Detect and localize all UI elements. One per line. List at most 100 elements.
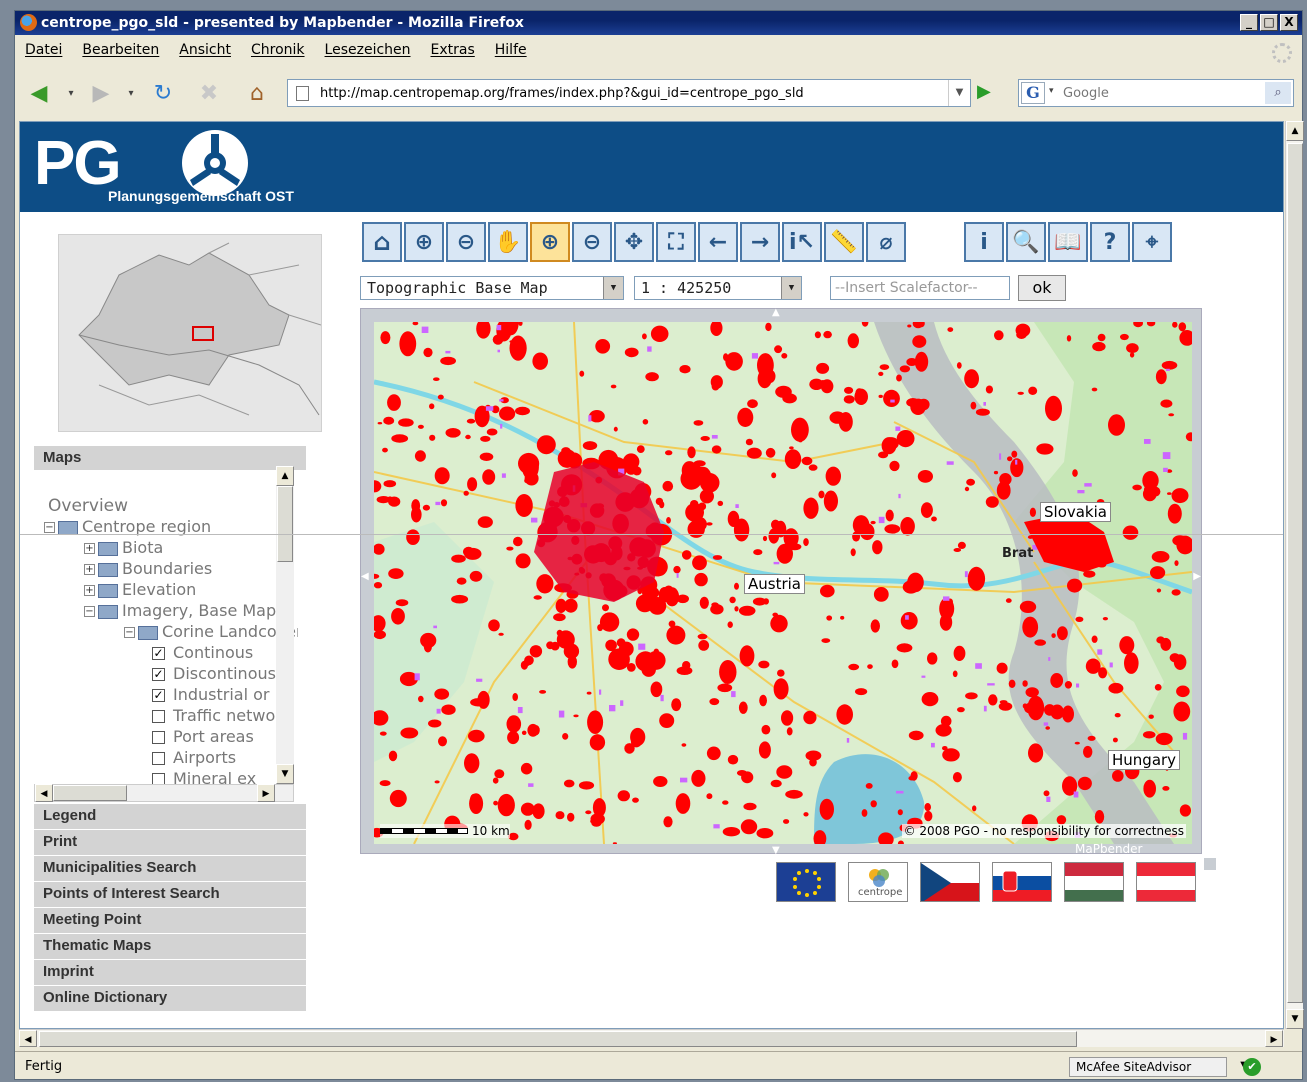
page-horizontal-scrollbar[interactable]: ◀ ▶ — [19, 1029, 1284, 1047]
go-icon[interactable]: ▶ — [977, 81, 999, 105]
scale-factor-input[interactable]: --Insert Scalefactor-- — [830, 276, 1010, 300]
pan-east-icon[interactable]: ▶ — [1193, 571, 1201, 582]
menu-chronik[interactable]: Chronik — [251, 42, 305, 58]
page-scroll-down-icon[interactable]: ▼ — [1286, 1009, 1304, 1029]
wms-info-tool[interactable]: i — [964, 222, 1004, 262]
page-scroll-up-icon[interactable]: ▲ — [1286, 121, 1304, 141]
menu-municipalities-search[interactable]: Municipalities Search — [34, 856, 306, 881]
collapse-icon[interactable]: − — [84, 606, 95, 617]
stop-icon[interactable]: ✖ — [195, 79, 223, 107]
pan-west-icon[interactable]: ◀ — [361, 571, 369, 582]
menu-imprint[interactable]: Imprint — [34, 960, 306, 985]
collapse-icon[interactable]: − — [124, 627, 135, 638]
dictionary-tool[interactable]: 📖 — [1048, 222, 1088, 262]
tree-item[interactable]: + Boundaries — [84, 559, 212, 580]
forward-history-dropdown-icon[interactable]: ▾ — [117, 79, 145, 107]
close-button[interactable]: X — [1280, 14, 1298, 31]
page-hscroll-thumb[interactable] — [39, 1031, 1077, 1047]
tree-scroll-left-icon[interactable]: ◀ — [35, 784, 53, 802]
slovak-flag[interactable] — [992, 862, 1052, 902]
scale-dropdown-icon[interactable]: ▼ — [781, 277, 801, 299]
page-vertical-scrollbar[interactable]: ▲ ▼ — [1285, 121, 1304, 1029]
tree-scroll-up-icon[interactable]: ▲ — [276, 466, 294, 486]
layer-checkbox[interactable] — [152, 710, 165, 723]
menu-lesezeichen[interactable]: Lesezeichen — [325, 42, 411, 58]
forward-icon[interactable]: ▶ — [87, 79, 115, 107]
tree-item[interactable]: ✓ Continous — [152, 643, 253, 664]
menu-online-dictionary[interactable]: Online Dictionary — [34, 986, 306, 1011]
tree-item[interactable]: − Imagery, Base Map — [84, 601, 276, 622]
back-tool[interactable]: ← — [698, 222, 738, 262]
zoom-box-tool[interactable]: ⊕ — [530, 222, 570, 262]
measure-tool[interactable]: 📏 — [824, 222, 864, 262]
forward-tool[interactable]: → — [740, 222, 780, 262]
collapse-icon[interactable]: − — [44, 522, 55, 533]
pan-north-icon[interactable]: ▲ — [772, 307, 780, 318]
page-scroll-left-icon[interactable]: ◀ — [19, 1030, 37, 1047]
hungarian-flag[interactable] — [1064, 862, 1124, 902]
tree-item[interactable]: + Biota — [84, 538, 163, 559]
tree-scroll-right-icon[interactable]: ▶ — [257, 784, 275, 802]
maximize-button[interactable]: □ — [1260, 14, 1278, 31]
basemap-dropdown-icon[interactable]: ▼ — [603, 277, 623, 299]
url-bar[interactable]: http://map.centropemap.org/frames/index.… — [287, 79, 971, 107]
sql-search-tool[interactable]: 🔍 — [1006, 222, 1046, 262]
layer-checkbox[interactable] — [152, 773, 165, 784]
menu-datei[interactable]: Datei — [25, 42, 62, 58]
back-icon[interactable]: ◀ — [25, 79, 53, 107]
expand-icon[interactable]: + — [84, 564, 95, 575]
menu-legend[interactable]: Legend — [34, 804, 306, 829]
reload-icon[interactable]: ↻ — [149, 79, 177, 107]
zoom-out-tool[interactable]: ⊖ — [446, 222, 486, 262]
tree-item[interactable]: − Corine Landcover — [124, 622, 298, 643]
mcafee-siteadvisor[interactable]: McAfee SiteAdvisor ▼ — [1069, 1057, 1248, 1077]
layer-checkbox[interactable]: ✓ — [152, 689, 165, 702]
pan-south-icon[interactable]: ▼ — [772, 845, 780, 856]
help-tool[interactable]: ? — [1090, 222, 1130, 262]
tree-item[interactable]: Overview — [48, 496, 128, 517]
expand-icon[interactable]: + — [84, 585, 95, 596]
url-history-dropdown-icon[interactable]: ▼ — [948, 80, 970, 106]
home-tool[interactable]: ⌂ — [362, 222, 402, 262]
engine-dropdown-icon[interactable]: ▾ — [1049, 86, 1054, 96]
layer-checkbox[interactable] — [152, 731, 165, 744]
tree-item[interactable]: Traffic network — [152, 706, 291, 727]
coordinates-tool[interactable]: ⌖ — [1132, 222, 1172, 262]
menu-print[interactable]: Print — [34, 830, 306, 855]
zoom-extent-tool[interactable]: ✥ — [614, 222, 654, 262]
google-engine-icon[interactable]: G — [1021, 82, 1045, 104]
overview-map[interactable] — [58, 234, 322, 432]
map-resize-handle[interactable] — [1204, 858, 1216, 870]
tree-vertical-scrollbar[interactable]: ▲ ▼ — [276, 466, 294, 784]
main-map[interactable]: Austria Slovakia Hungary Brat 10 km © 20… — [374, 322, 1192, 844]
tree-scroll-down-icon[interactable]: ▼ — [276, 764, 294, 784]
scale-ok-button[interactable]: ok — [1018, 275, 1066, 301]
eu-flag[interactable] — [776, 862, 836, 902]
feature-info-tool[interactable]: i↖ — [782, 222, 822, 262]
full-view-tool[interactable]: ⛶ — [656, 222, 696, 262]
tree-item[interactable]: ✓ Industrial or — [152, 685, 270, 706]
tree-scroll-thumb[interactable] — [277, 486, 293, 562]
menu-ansicht[interactable]: Ansicht — [179, 42, 231, 58]
layer-checkbox[interactable]: ✓ — [152, 668, 165, 681]
tree-horizontal-scrollbar[interactable]: ◀ ▶ — [34, 784, 294, 802]
menu-thematic-maps[interactable]: Thematic Maps — [34, 934, 306, 959]
zoom-out-box-tool[interactable]: ⊖ — [572, 222, 612, 262]
page-scroll-thumb[interactable] — [1287, 143, 1303, 1003]
menu-extras[interactable]: Extras — [431, 42, 475, 58]
czech-flag[interactable] — [920, 862, 980, 902]
pan-tool[interactable]: ✋ — [488, 222, 528, 262]
tree-item[interactable]: Mineral ex — [152, 769, 256, 784]
back-history-dropdown-icon[interactable]: ▾ — [57, 79, 85, 107]
search-icon[interactable]: ⌕ — [1265, 82, 1291, 104]
scale-select[interactable]: 1 : 425250 ▼ — [634, 276, 802, 300]
tree-hscroll-thumb[interactable] — [53, 785, 127, 801]
basemap-select[interactable]: Topographic Base Map ▼ — [360, 276, 624, 300]
expand-icon[interactable]: + — [84, 543, 95, 554]
tree-item[interactable]: + Elevation — [84, 580, 196, 601]
tree-item[interactable]: ✓ Discontinous — [152, 664, 276, 685]
tree-item[interactable]: Port areas — [152, 727, 254, 748]
home-icon[interactable]: ⌂ — [243, 79, 271, 107]
page-scroll-right-icon[interactable]: ▶ — [1265, 1030, 1283, 1047]
tree-item[interactable]: Airports — [152, 748, 236, 769]
